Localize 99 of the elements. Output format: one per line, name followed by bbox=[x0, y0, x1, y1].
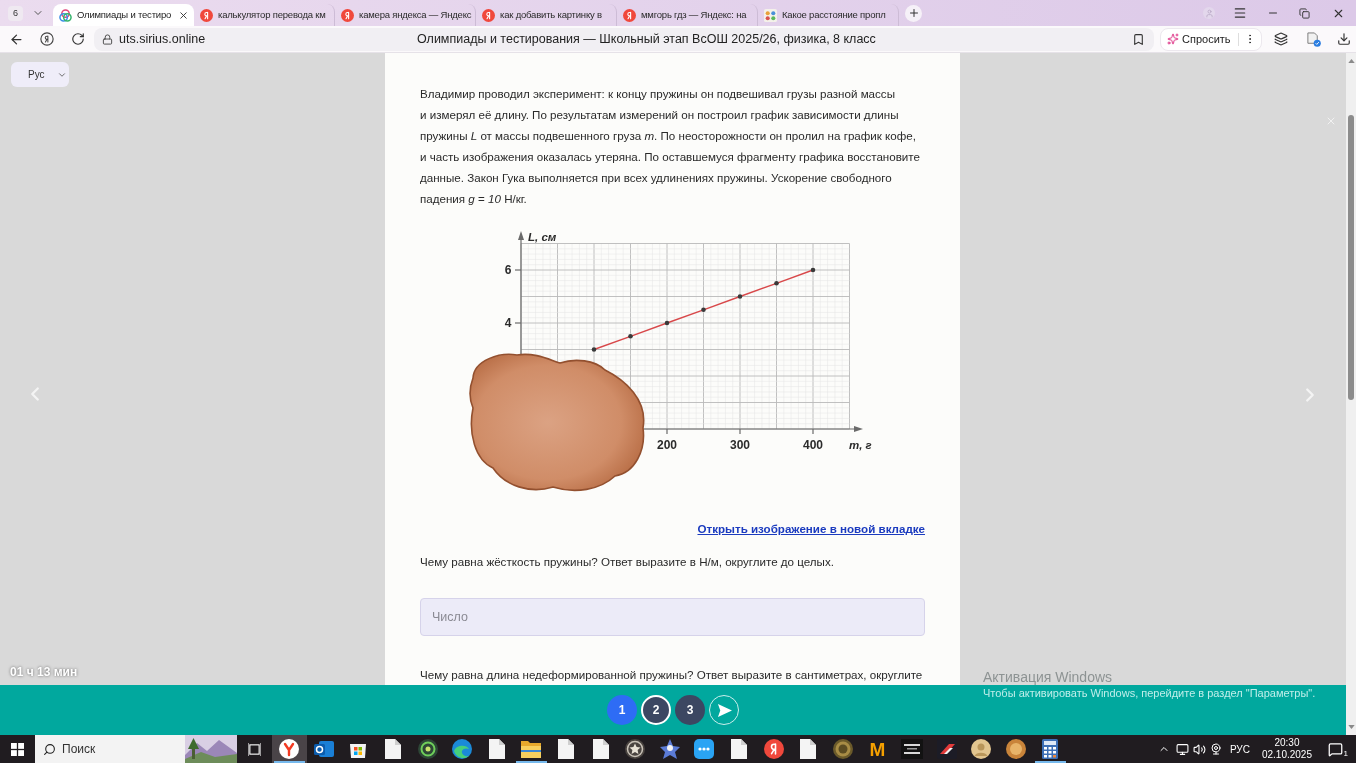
document-icon bbox=[800, 739, 817, 759]
download-icon[interactable] bbox=[1336, 32, 1351, 46]
axis-label: L, см bbox=[528, 231, 557, 243]
round-app-icon bbox=[417, 739, 438, 759]
taskbar-app-button[interactable]: M bbox=[860, 735, 895, 763]
swoosh-app-icon bbox=[936, 739, 957, 759]
search-input[interactable]: Поиск bbox=[62, 740, 172, 758]
data-point bbox=[664, 320, 670, 326]
document-icon bbox=[488, 739, 505, 759]
game-cover-icon bbox=[901, 739, 923, 759]
landscape-picture bbox=[185, 735, 237, 763]
webcam-icon[interactable] bbox=[1209, 743, 1222, 755]
tick-label: 400 bbox=[803, 438, 823, 452]
data-point bbox=[591, 347, 597, 352]
restore-icon[interactable] bbox=[1299, 7, 1310, 19]
star-figure-icon bbox=[659, 739, 680, 759]
new-tab-button[interactable] bbox=[905, 4, 922, 22]
circle-logo-icon bbox=[763, 739, 784, 759]
activation-text: Чтобы активировать Windows, перейдите в раздел "Параметры". bbox=[983, 686, 1316, 700]
folder-icon bbox=[521, 740, 542, 758]
tab-count-button[interactable]: 6 bbox=[8, 5, 23, 21]
task-view-icon bbox=[248, 742, 261, 756]
language-select[interactable]: Рус bbox=[11, 62, 69, 87]
input-language[interactable]: РУС bbox=[1229, 741, 1250, 757]
message-icon bbox=[1328, 741, 1343, 757]
circle-logo-icon bbox=[623, 8, 636, 22]
address-field[interactable]: uts.sirius.online Олимпиады и тестирования — Школьный этап ВсОШ 2025/26, физика, 8 класс bbox=[94, 27, 1154, 51]
data-point bbox=[628, 333, 633, 339]
bookmark-icon[interactable] bbox=[1132, 32, 1145, 46]
reload-icon[interactable] bbox=[71, 32, 85, 46]
page-title: Олимпиады и тестирования — Школьный этап ВсОШ 2025/26, физика, 8 класс bbox=[417, 30, 876, 48]
layers-icon[interactable] bbox=[1273, 32, 1288, 46]
lock-icon bbox=[102, 33, 113, 45]
scroll-up-icon[interactable] bbox=[1347, 59, 1355, 63]
sparkle-icon bbox=[1167, 33, 1179, 45]
task-text: Владимир проводил эксперимент: к концу пружины он подвешивал грузы разной массы и измерял её длину. По результатам измерений он построил график зависимости длины пружины L от массы подвешенного груза m. По неосторожности он пролил на график кофе, и часть изображения оказалась утеряна. По оставшемуся фрагменту графика восстановите данные. Закон Гука выполняется при всех удлинениях пружины. Ускорение свободного падения g = 10 Н/кг. bbox=[420, 86, 921, 207]
open-image-link[interactable]: Открыть изображение в новой вкладке bbox=[697, 521, 925, 537]
document-icon bbox=[592, 739, 609, 759]
rings-logo-icon bbox=[59, 8, 72, 22]
document-icon bbox=[385, 739, 402, 759]
clock-time: 20:30 bbox=[1274, 737, 1300, 749]
notification-count: 1 bbox=[1343, 749, 1348, 758]
circle-logo-icon bbox=[482, 8, 495, 22]
question-number-button[interactable]: 3 bbox=[675, 695, 705, 725]
calculator-icon bbox=[1042, 739, 1059, 759]
avatar-icon bbox=[971, 739, 992, 759]
activation-title: Активация Windows bbox=[983, 668, 1114, 686]
send-icon bbox=[716, 702, 732, 718]
axis-label: m, г bbox=[849, 439, 872, 451]
coin-icon bbox=[832, 739, 853, 759]
notifications-button[interactable]: 1 bbox=[1328, 740, 1348, 758]
question-text: Чему равна длина недеформированной пружины? Ответ выразите в сантиметрах, округлите bbox=[420, 667, 924, 682]
mail-app-icon bbox=[313, 739, 334, 759]
back-icon[interactable] bbox=[9, 31, 24, 47]
question-number-button[interactable]: 1 bbox=[607, 695, 637, 725]
document-icon bbox=[731, 739, 747, 759]
search-icon bbox=[43, 742, 56, 756]
browser-tab[interactable]: Олимпиады и тестиро bbox=[53, 4, 194, 26]
network-icon[interactable] bbox=[1175, 742, 1189, 756]
circle-logo-icon bbox=[279, 739, 300, 759]
tick-label: 6 bbox=[504, 263, 512, 277]
scroll-down-icon[interactable] bbox=[1347, 725, 1355, 729]
circle-logo-icon bbox=[200, 8, 213, 22]
tick-label: 300 bbox=[730, 438, 750, 452]
taskbar-app-button[interactable] bbox=[272, 735, 307, 763]
circle-logo-icon bbox=[341, 8, 354, 22]
tick-mark bbox=[739, 428, 741, 435]
data-point bbox=[774, 280, 779, 286]
ask-button[interactable]: Спросить bbox=[1167, 30, 1231, 48]
star-emblem-icon bbox=[625, 739, 646, 759]
data-point bbox=[810, 267, 816, 273]
tick-mark bbox=[812, 428, 814, 435]
scroll-thumb[interactable] bbox=[1348, 115, 1354, 400]
question-number-button[interactable]: 2 bbox=[641, 695, 671, 725]
menu-icon[interactable] bbox=[1233, 6, 1247, 20]
document-icon bbox=[558, 739, 575, 759]
plus-icon bbox=[907, 7, 920, 19]
answer-field[interactable]: Число bbox=[420, 598, 925, 636]
round-app-icon bbox=[1005, 739, 1026, 759]
chat-bubble-icon bbox=[694, 739, 715, 759]
tick-mark bbox=[514, 269, 522, 271]
question-text: Чему равна жёсткость пружины? Ответ выразите в Н/м, округлите до целых. bbox=[420, 554, 835, 569]
person-icon bbox=[1204, 8, 1214, 18]
data-point bbox=[701, 307, 706, 313]
url-text: uts.sirius.online bbox=[119, 30, 206, 48]
tick-mark bbox=[514, 322, 522, 324]
tick-mark bbox=[666, 428, 668, 435]
swirl-icon bbox=[452, 739, 473, 759]
close-tab-icon[interactable] bbox=[178, 9, 189, 21]
document-check-icon[interactable] bbox=[1305, 31, 1321, 47]
windows-logo-icon bbox=[11, 742, 24, 756]
tick-label: 4 bbox=[504, 316, 512, 330]
circle-logo-icon[interactable] bbox=[40, 32, 54, 46]
clock-date: 02.10.2025 bbox=[1261, 749, 1312, 761]
tile-logo-icon bbox=[764, 8, 777, 22]
data-point bbox=[737, 294, 743, 299]
search-field[interactable]: Поиск bbox=[35, 735, 237, 763]
tick-label: 200 bbox=[657, 438, 677, 452]
volume-icon[interactable] bbox=[1192, 742, 1206, 756]
